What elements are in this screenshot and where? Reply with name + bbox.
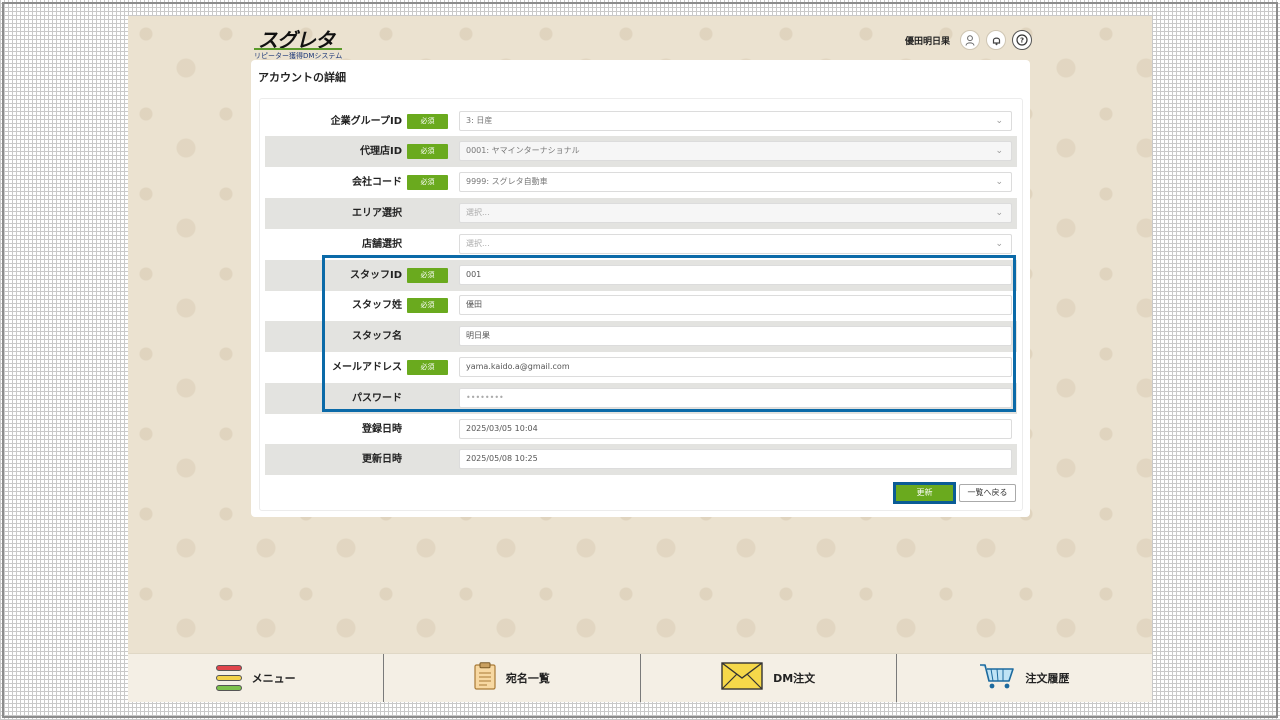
nav-dm-order[interactable]: DM注文 <box>641 654 897 702</box>
form-row-store: 店舗選択 選択... ⌄ <box>265 229 1017 260</box>
chevron-down-icon: ⌄ <box>995 146 1003 156</box>
form-row-company-group: 企業グループID 必須 3: 日産 ⌄ <box>265 106 1017 137</box>
store-placeholder: 選択... <box>466 239 490 248</box>
chevron-down-icon: ⌄ <box>995 239 1003 249</box>
area-label: エリア選択 <box>352 208 402 219</box>
form-row-area: エリア選択 選択... ⌄ <box>265 198 1017 229</box>
nav-order-history-label: 注文履歴 <box>1025 672 1070 685</box>
app-window: スグレタ リピーター獲得DMシステム 優田明日果 ? アカウントの詳細 企業グル… <box>128 16 1152 702</box>
agency-label: 代理店ID <box>359 146 402 157</box>
user-name: 優田明日果 <box>904 36 950 47</box>
required-badge: 必須 <box>407 175 448 190</box>
agency-value: 0001: ヤマインターナショナル <box>466 146 580 155</box>
staff-id-input[interactable]: 001 <box>459 265 1012 285</box>
form-row-company-code: 会社コード 必須 9999: スグレタ自動車 ⌄ <box>265 167 1017 198</box>
nav-menu-label: メニュー <box>251 672 296 685</box>
company-group-label: 企業グループID <box>330 116 402 127</box>
cart-icon <box>979 662 1015 694</box>
app-logo[interactable]: スグレタ リピーター獲得DMシステム <box>254 24 344 60</box>
bottom-navigation: メニュー 宛名一覧 DM注文 注文履歴 <box>128 653 1152 702</box>
email-field[interactable]: yama.kaido.a@gmail.com <box>459 357 1012 377</box>
page-title: アカウントの詳細 <box>258 71 346 84</box>
updated-at-value: 2025/05/08 10:25 <box>459 449 1012 469</box>
help-icon[interactable]: ? <box>1012 30 1032 50</box>
user-icon[interactable] <box>960 30 980 50</box>
area-placeholder: 選択... <box>466 208 490 217</box>
chevron-down-icon: ⌄ <box>995 177 1003 187</box>
nav-dm-order-label: DM注文 <box>773 672 816 685</box>
chevron-down-icon: ⌄ <box>995 116 1003 126</box>
email-label: メールアドレス <box>332 362 402 373</box>
form-row-staff-first-name: スタッフ名 明日果 <box>265 321 1017 352</box>
form-row-password: パスワード •••••••• <box>265 383 1017 414</box>
company-code-select[interactable]: 9999: スグレタ自動車 ⌄ <box>459 172 1012 192</box>
registered-at-value: 2025/03/05 10:04 <box>459 419 1012 439</box>
agency-select[interactable]: 0001: ヤマインターナショナル ⌄ <box>459 141 1012 161</box>
required-badge: 必須 <box>407 268 448 283</box>
staff-first-name-input[interactable]: 明日果 <box>459 326 1012 346</box>
staff-first-name-label: スタッフ名 <box>352 331 402 342</box>
store-label: 店舗選択 <box>362 239 402 250</box>
staff-last-name-input[interactable]: 優田 <box>459 295 1012 315</box>
area-select[interactable]: 選択... ⌄ <box>459 203 1012 223</box>
required-badge: 必須 <box>407 298 448 313</box>
company-code-value: 9999: スグレタ自動車 <box>466 177 548 186</box>
account-form: 企業グループID 必須 3: 日産 ⌄ 代理店ID 必須 0001: ヤマインタ… <box>259 98 1023 511</box>
form-row-staff-last-name: スタッフ姓 必須 優田 <box>265 290 1017 321</box>
form-row-updated-at: 更新日時 2025/05/08 10:25 <box>265 444 1017 475</box>
envelope-icon <box>721 662 763 694</box>
nav-addresses[interactable]: 宛名一覧 <box>384 654 641 702</box>
required-badge: 必須 <box>407 144 448 159</box>
nav-addresses-label: 宛名一覧 <box>505 672 550 685</box>
required-badge: 必須 <box>407 114 448 129</box>
account-detail-panel: アカウントの詳細 企業グループID 必須 3: 日産 ⌄ 代理店ID 必須 00… <box>251 60 1030 517</box>
store-select[interactable]: 選択... ⌄ <box>459 234 1012 254</box>
bell-icon[interactable] <box>986 30 1006 50</box>
update-button[interactable]: 更新 <box>893 482 956 504</box>
registered-at-label: 登録日時 <box>362 424 402 435</box>
form-row-email: メールアドレス 必須 yama.kaido.a@gmail.com <box>265 352 1017 383</box>
staff-id-label: スタッフID <box>349 270 402 281</box>
chevron-down-icon: ⌄ <box>995 208 1003 218</box>
menu-icon <box>215 665 242 691</box>
nav-menu[interactable]: メニュー <box>128 654 385 702</box>
company-group-value: 3: 日産 <box>466 116 493 125</box>
user-area: 優田明日果 ? <box>905 30 1032 50</box>
password-field[interactable]: •••••••• <box>459 388 1012 408</box>
form-row-registered-at: 登録日時 2025/03/05 10:04 <box>265 414 1017 445</box>
nav-order-history[interactable]: 注文履歴 <box>897 654 1152 702</box>
clipboard-icon <box>474 662 496 694</box>
company-code-label: 会社コード <box>352 177 402 188</box>
form-row-staff-id: スタッフID 必須 001 <box>265 260 1017 291</box>
staff-last-name-label: スタッフ姓 <box>352 300 402 311</box>
form-row-agency: 代理店ID 必須 0001: ヤマインターナショナル ⌄ <box>265 136 1017 167</box>
password-label: パスワード <box>352 393 402 404</box>
required-badge: 必須 <box>407 360 448 375</box>
company-group-select[interactable]: 3: 日産 ⌄ <box>459 111 1012 131</box>
back-to-list-button[interactable]: 一覧へ戻る <box>959 484 1016 502</box>
svg-text:?: ? <box>1020 37 1024 45</box>
updated-at-label: 更新日時 <box>362 454 402 465</box>
